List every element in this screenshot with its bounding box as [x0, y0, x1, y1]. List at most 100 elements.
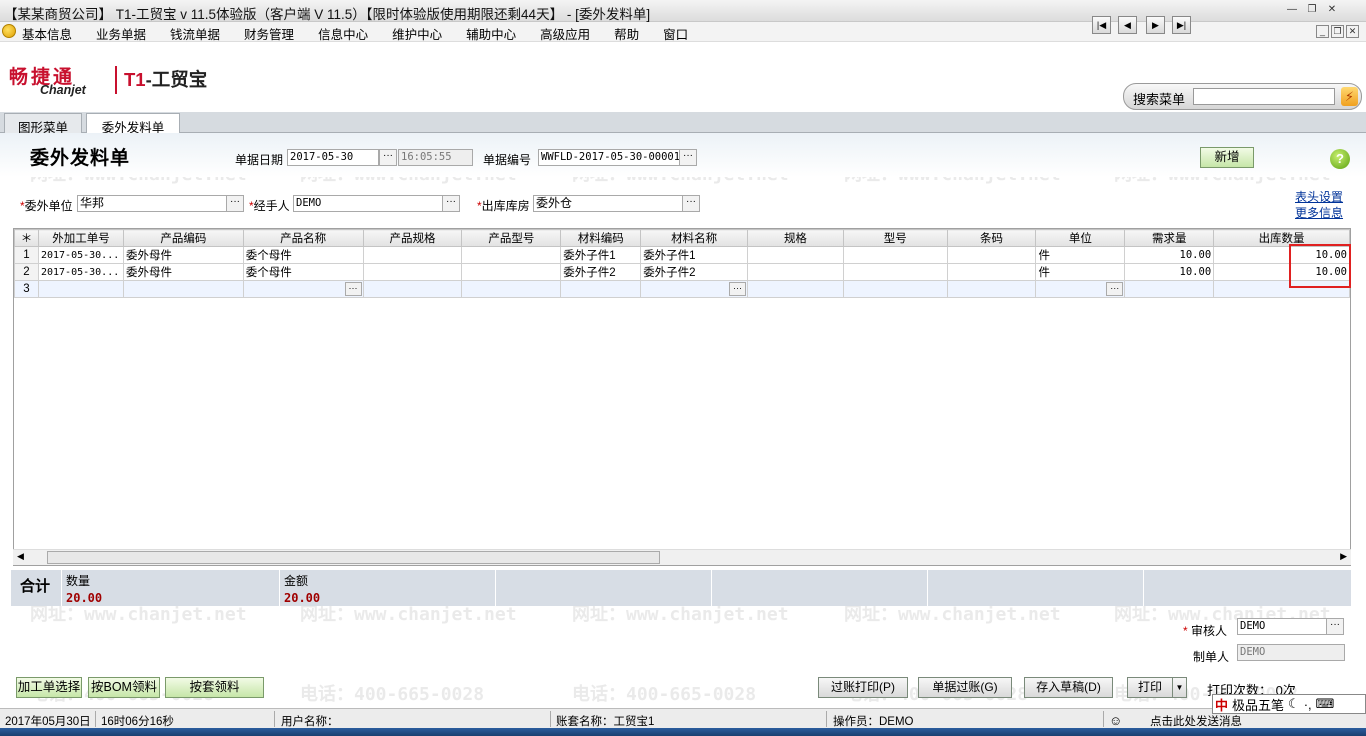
- horizontal-scrollbar[interactable]: ◀ ▶: [13, 549, 1351, 565]
- table-row[interactable]: 3 ··· ··· ···: [14, 280, 1350, 298]
- table-cell[interactable]: [946, 246, 1037, 264]
- new-button[interactable]: 新增: [1200, 147, 1254, 168]
- column-header[interactable]: 外加工单号: [37, 229, 124, 247]
- column-header[interactable]: 产品编码: [122, 229, 244, 247]
- table-cell[interactable]: [461, 246, 562, 264]
- table-cell[interactable]: [461, 280, 562, 298]
- table-row[interactable]: 1 2017-05-30... 委外母件 委个母件 委外子件1 委外子件1 件 10.00 10…: [14, 246, 1350, 264]
- set-issue-button[interactable]: 按套领料: [165, 677, 264, 698]
- table-cell[interactable]: [946, 280, 1037, 298]
- column-header[interactable]: ＊: [14, 229, 39, 247]
- table-cell[interactable]: 委个母件: [242, 263, 364, 281]
- menu-item[interactable]: 钱流单据: [170, 24, 220, 43]
- save-draft-button[interactable]: 存入草稿(D): [1024, 677, 1113, 698]
- child-minimize-icon[interactable]: _: [1316, 25, 1329, 38]
- column-header[interactable]: 型号: [842, 229, 948, 247]
- column-header[interactable]: 材料编码: [560, 229, 642, 247]
- table-cell[interactable]: [747, 263, 844, 281]
- menu-item[interactable]: 信息中心: [318, 24, 368, 43]
- table-cell[interactable]: 2017-05-30...: [37, 263, 124, 281]
- send-message-link[interactable]: 点击此处发送消息: [1150, 713, 1242, 729]
- table-cell[interactable]: [362, 246, 463, 264]
- table-cell[interactable]: 10.00: [1124, 246, 1215, 264]
- cell-lookup-button[interactable]: ···: [1106, 282, 1124, 296]
- table-cell[interactable]: 委外子件1: [640, 246, 749, 264]
- table-cell[interactable]: [946, 263, 1037, 281]
- vendor-lookup-button[interactable]: ···: [226, 195, 244, 212]
- menu-item[interactable]: 辅助中心: [466, 24, 516, 43]
- ime-lang-icon[interactable]: 中: [1213, 695, 1230, 714]
- menu-item[interactable]: 财务管理: [244, 24, 294, 43]
- post-button[interactable]: 单据过账(G): [918, 677, 1012, 698]
- ime-keyboard-icon[interactable]: ⌨: [1314, 696, 1337, 712]
- table-cell[interactable]: 10.00: [1124, 263, 1215, 281]
- table-cell[interactable]: 件: [1035, 263, 1126, 281]
- menu-item[interactable]: 业务单据: [96, 24, 146, 43]
- table-cell[interactable]: 委外母件: [122, 246, 244, 264]
- docno-field[interactable]: WWFLD-2017-05-30-00001: [538, 149, 680, 166]
- last-record-icon[interactable]: ▶|: [1172, 16, 1191, 34]
- table-cell[interactable]: [1124, 280, 1215, 298]
- help-icon[interactable]: ?: [1330, 149, 1350, 169]
- column-header[interactable]: 产品名称: [242, 229, 364, 247]
- table-cell[interactable]: [560, 280, 642, 298]
- auditor-field[interactable]: DEMO: [1237, 618, 1327, 635]
- auditor-lookup-button[interactable]: ···: [1326, 618, 1344, 635]
- child-restore-icon[interactable]: ❐: [1331, 25, 1344, 38]
- table-cell[interactable]: [37, 280, 124, 298]
- table-cell[interactable]: 委个母件: [242, 246, 364, 264]
- prev-record-icon[interactable]: ◀: [1118, 16, 1137, 34]
- smiley-icon[interactable]: ☺: [1109, 713, 1122, 728]
- menu-item[interactable]: 窗口: [663, 24, 688, 43]
- table-cell[interactable]: ···: [1035, 280, 1126, 298]
- ime-punct-icon[interactable]: ·,: [1302, 697, 1314, 712]
- table-cell[interactable]: [842, 246, 948, 264]
- bom-issue-button[interactable]: 按BOM领料: [88, 677, 160, 698]
- table-cell[interactable]: [842, 280, 948, 298]
- table-row[interactable]: 2 2017-05-30... 委外母件 委个母件 委外子件2 委外子件2 件 10.00 10…: [14, 263, 1350, 281]
- table-cell[interactable]: [842, 263, 948, 281]
- menu-item[interactable]: 基本信息: [22, 24, 72, 43]
- table-cell[interactable]: ···: [242, 280, 364, 298]
- post-print-button[interactable]: 过账打印(P): [818, 677, 908, 698]
- ime-moon-icon[interactable]: ☾: [1286, 696, 1302, 712]
- lightning-icon[interactable]: ⚡: [1341, 87, 1358, 106]
- docno-ellipsis-button[interactable]: ···: [679, 149, 697, 166]
- scroll-left-icon[interactable]: ◀: [17, 551, 24, 562]
- column-header[interactable]: 材料名称: [640, 229, 749, 247]
- table-cell[interactable]: [362, 263, 463, 281]
- table-cell[interactable]: [747, 246, 844, 264]
- vendor-field[interactable]: 华邦: [77, 195, 227, 212]
- search-input[interactable]: [1193, 88, 1335, 105]
- table-cell[interactable]: 委外子件1: [560, 246, 642, 264]
- first-record-icon[interactable]: |◀: [1092, 16, 1111, 34]
- column-header[interactable]: 单位: [1035, 229, 1126, 247]
- cell-lookup-button[interactable]: ···: [729, 282, 747, 296]
- column-header[interactable]: 需求量: [1124, 229, 1215, 247]
- column-header[interactable]: 产品规格: [362, 229, 463, 247]
- restore-icon[interactable]: ❐: [1303, 3, 1321, 18]
- table-cell[interactable]: 2017-05-30...: [37, 246, 124, 264]
- menu-item[interactable]: 高级应用: [540, 24, 590, 43]
- menu-item[interactable]: 维护中心: [392, 24, 442, 43]
- date-field[interactable]: 2017-05-30: [287, 149, 379, 166]
- ime-toolbar[interactable]: 中 极品五笔 ☾ ·, ⌨: [1212, 694, 1366, 714]
- column-header[interactable]: 规格: [747, 229, 844, 247]
- table-cell[interactable]: [362, 280, 463, 298]
- handler-field[interactable]: DEMO: [293, 195, 443, 212]
- tab-outsource-issue[interactable]: 委外发料单: [86, 113, 180, 135]
- close-icon[interactable]: ✕: [1323, 3, 1341, 18]
- scroll-right-icon[interactable]: ▶: [1340, 551, 1347, 562]
- select-order-button[interactable]: 加工单选择: [16, 677, 82, 698]
- print-button[interactable]: 打印: [1127, 677, 1173, 698]
- column-header[interactable]: 条码: [946, 229, 1037, 247]
- table-cell[interactable]: [747, 280, 844, 298]
- minimize-icon[interactable]: —: [1283, 3, 1301, 18]
- table-cell[interactable]: [122, 280, 244, 298]
- warehouse-field[interactable]: 委外仓: [533, 195, 683, 212]
- tab-graphic-menu[interactable]: 图形菜单: [4, 113, 82, 135]
- next-record-icon[interactable]: ▶: [1146, 16, 1165, 34]
- table-cell[interactable]: ···: [640, 280, 749, 298]
- table-cell[interactable]: 委外母件: [122, 263, 244, 281]
- handler-lookup-button[interactable]: ···: [442, 195, 460, 212]
